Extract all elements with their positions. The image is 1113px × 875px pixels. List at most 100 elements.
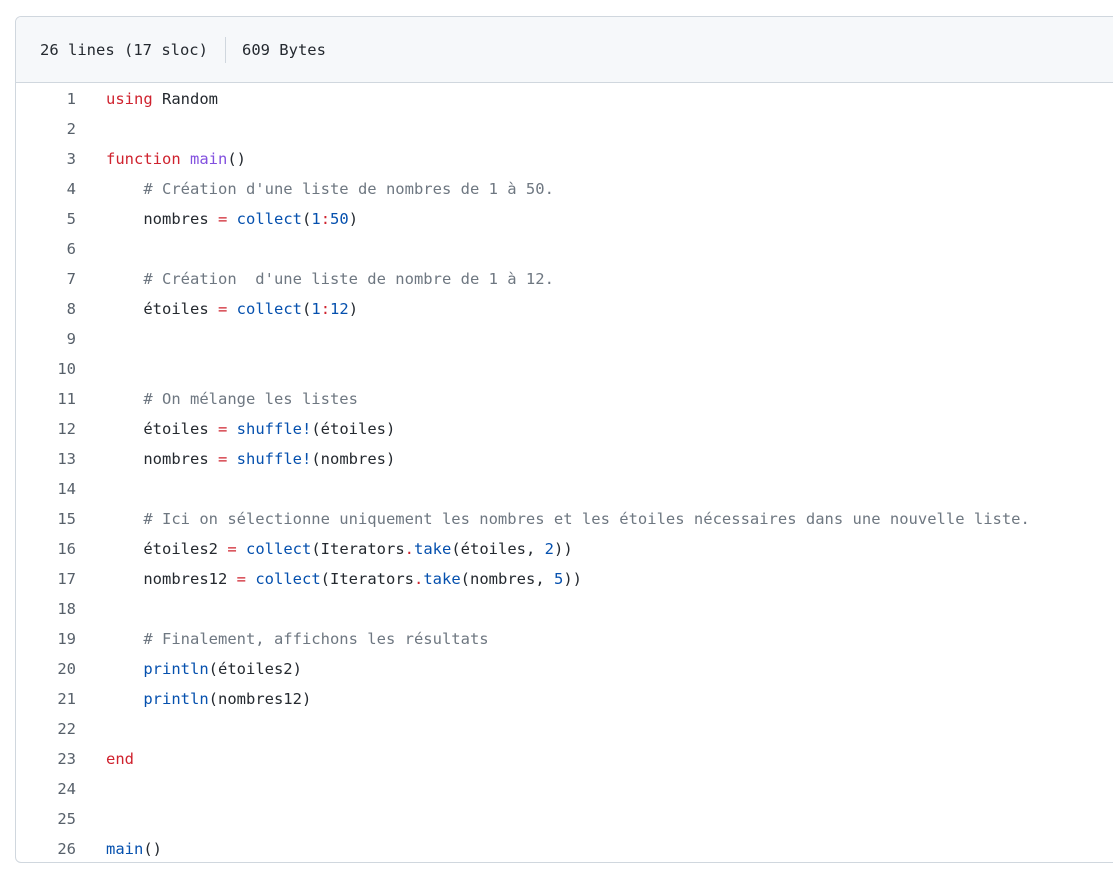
- code-token: collect: [246, 540, 312, 558]
- code-token: 2: [544, 540, 555, 558]
- code-token: using: [106, 90, 153, 108]
- line-number[interactable]: 5: [16, 204, 76, 234]
- code-token: shuffle!: [236, 450, 312, 468]
- code-token: (étoiles): [311, 420, 396, 438]
- code-text: # Finalement, affichons les résultats: [106, 624, 488, 654]
- line-number[interactable]: 18: [16, 594, 76, 624]
- code-token: take: [423, 570, 461, 588]
- line-number[interactable]: 22: [16, 714, 76, 744]
- code-line: 3 function main(): [16, 144, 1113, 174]
- code-line: 1 using Random: [16, 84, 1113, 114]
- code-text: function main(): [106, 144, 246, 174]
- line-number[interactable]: 12: [16, 414, 76, 444]
- code-token: =: [227, 540, 237, 558]
- code-line: 2: [16, 114, 1113, 144]
- code-token: main: [106, 840, 144, 858]
- code-line: 17 nombres12 = collect(Iterators.take(no…: [16, 564, 1113, 594]
- code-line: 22: [16, 714, 1113, 744]
- code-text: println(nombres12): [106, 684, 311, 714]
- code-text: using Random: [106, 84, 218, 114]
- code-line: 18: [16, 594, 1113, 624]
- code-token: collect: [236, 210, 302, 228]
- code-token: =: [217, 300, 228, 318]
- line-number[interactable]: 20: [16, 654, 76, 684]
- code-token: .: [404, 540, 415, 558]
- code-line: 20 println(étoiles2): [16, 654, 1113, 684]
- line-number[interactable]: 17: [16, 564, 76, 594]
- line-number[interactable]: 10: [16, 354, 76, 384]
- code-token: (Iterators: [311, 540, 405, 558]
- code-line: 19 # Finalement, affichons les résultats: [16, 624, 1113, 654]
- code-token: main: [190, 150, 228, 168]
- file-size-info: 609 Bytes: [241, 40, 326, 59]
- code-token: function: [106, 150, 181, 168]
- code-line: 15 # Ici on sélectionne uniquement les n…: [16, 504, 1113, 534]
- line-number[interactable]: 2: [16, 114, 76, 144]
- code-token: =: [217, 420, 228, 438]
- code-line: 13 nombres = shuffle!(nombres): [16, 444, 1113, 474]
- code-token: # Ici on sélectionne uniquement les nomb…: [143, 510, 1030, 528]
- code-token: # Création d'une liste de nombre de 1 à …: [143, 270, 554, 288]
- code-token: 12: [330, 300, 349, 318]
- code-token: (nombres,: [460, 570, 554, 588]
- code-text: # Création d'une liste de nombres de 1 à…: [106, 174, 554, 204]
- code-token: Random: [152, 90, 218, 108]
- code-token: étoiles: [106, 300, 218, 318]
- code-line: 6: [16, 234, 1113, 264]
- code-text: # Création d'une liste de nombre de 1 à …: [106, 264, 554, 294]
- line-number[interactable]: 8: [16, 294, 76, 324]
- code-token: collect: [236, 300, 302, 318]
- code-line: 16 étoiles2 = collect(Iterators.take(éto…: [16, 534, 1113, 564]
- line-number[interactable]: 9: [16, 324, 76, 354]
- code-token: :: [320, 300, 331, 318]
- code-line: 25: [16, 804, 1113, 834]
- code-token: =: [236, 570, 246, 588]
- code-token: (nombres12): [208, 690, 312, 708]
- code-token: take: [414, 540, 452, 558]
- line-number[interactable]: 1: [16, 84, 76, 114]
- code-text: étoiles2 = collect(Iterators.take(étoile…: [106, 534, 572, 564]
- line-number[interactable]: 3: [16, 144, 76, 174]
- line-number[interactable]: 26: [16, 834, 76, 862]
- line-number[interactable]: 6: [16, 234, 76, 264]
- code-line: 11 # On mélange les listes: [16, 384, 1113, 414]
- line-number[interactable]: 15: [16, 504, 76, 534]
- code-line: 7 # Création d'une liste de nombre de 1 …: [16, 264, 1113, 294]
- code-token: println: [143, 660, 209, 678]
- line-number[interactable]: 4: [16, 174, 76, 204]
- code-line: 8 étoiles = collect(1:12): [16, 294, 1113, 324]
- line-number[interactable]: 16: [16, 534, 76, 564]
- line-number[interactable]: 25: [16, 804, 76, 834]
- code-token: shuffle!: [236, 420, 312, 438]
- header-divider: [224, 36, 226, 63]
- code-token: étoiles2: [106, 540, 228, 558]
- code-token: 50: [330, 210, 349, 228]
- code-text: main(): [106, 834, 162, 862]
- line-number[interactable]: 7: [16, 264, 76, 294]
- code-file-viewer: 26 lines (17 sloc) 609 Bytes 1 using Rand…: [15, 16, 1113, 863]
- code-line: 9: [16, 324, 1113, 354]
- code-token: (): [143, 840, 162, 858]
- code-line: 23 end: [16, 744, 1113, 774]
- line-number[interactable]: 24: [16, 774, 76, 804]
- line-number[interactable]: 11: [16, 384, 76, 414]
- code-body: 1 using Random 2 3 function main() 4 # Créati…: [16, 83, 1113, 862]
- code-token: nombres12: [106, 570, 237, 588]
- line-number[interactable]: 23: [16, 744, 76, 774]
- line-number[interactable]: 21: [16, 684, 76, 714]
- code-token: (): [227, 150, 246, 168]
- code-text: # Ici on sélectionne uniquement les nomb…: [106, 504, 1030, 534]
- code-token: ): [348, 210, 359, 228]
- line-number[interactable]: 14: [16, 474, 76, 504]
- line-number[interactable]: 13: [16, 444, 76, 474]
- code-text: étoiles = shuffle!(étoiles): [106, 414, 395, 444]
- code-text: nombres12 = collect(Iterators.take(nombr…: [106, 564, 582, 594]
- line-number[interactable]: 19: [16, 624, 76, 654]
- code-token: :: [320, 210, 331, 228]
